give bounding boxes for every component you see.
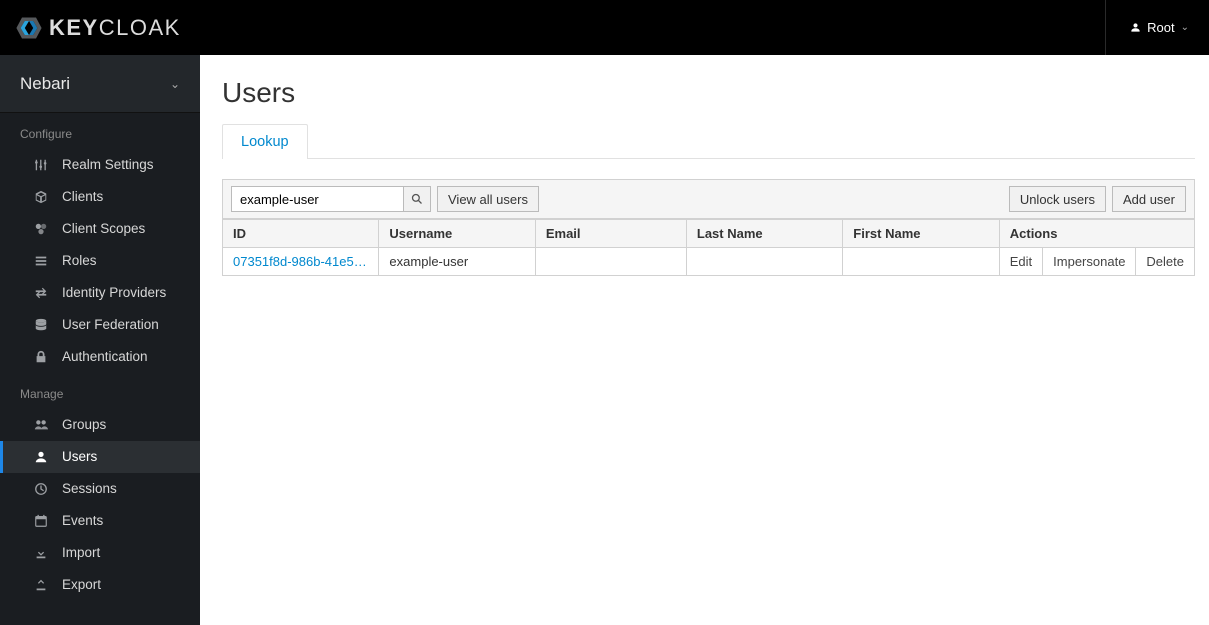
page-title: Users [222,77,1195,109]
nav-item-events[interactable]: Events [0,505,200,537]
search-button[interactable] [403,186,431,212]
nav-item-user-federation[interactable]: User Federation [0,309,200,341]
sidebar: Nebari ⌄ Configure Realm Settings Client… [0,55,200,625]
delete-action[interactable]: Delete [1136,248,1195,276]
user-menu[interactable]: Root ⌄ [1105,0,1189,55]
nav-item-realm-settings[interactable]: Realm Settings [0,149,200,181]
user-icon [34,450,48,464]
nav-item-sessions[interactable]: Sessions [0,473,200,505]
nav-item-groups[interactable]: Groups [0,409,200,441]
user-name: Root [1147,20,1174,35]
cell-email [535,248,686,276]
nav-item-identity-providers[interactable]: Identity Providers [0,277,200,309]
nav-item-import[interactable]: Import [0,537,200,569]
search-icon [411,193,423,205]
exchange-icon [34,286,48,300]
col-id: ID [223,220,379,248]
nav-item-export[interactable]: Export [0,569,200,601]
col-username: Username [379,220,535,248]
add-user-button[interactable]: Add user [1112,186,1186,212]
users-table: ID Username Email Last Name First Name A… [222,219,1195,276]
col-actions: Actions [999,220,1194,248]
nav-item-clients[interactable]: Clients [0,181,200,213]
nav-configure: Realm Settings Clients Client Scopes Rol… [0,149,200,373]
clock-icon [34,482,48,496]
lock-icon [34,350,48,364]
cell-username: example-user [379,248,535,276]
nav-item-roles[interactable]: Roles [0,245,200,277]
col-firstname: First Name [843,220,999,248]
cell-id[interactable]: 07351f8d-986b-41e5… [223,248,379,276]
nav-item-client-scopes[interactable]: Client Scopes [0,213,200,245]
unlock-users-button[interactable]: Unlock users [1009,186,1106,212]
view-all-users-button[interactable]: View all users [437,186,539,212]
tab-lookup[interactable]: Lookup [222,124,308,159]
brand-text: KEYCLOAK [49,15,181,41]
chevron-down-icon: ⌄ [170,77,180,91]
nav-manage: Groups Users Sessions Events Import Expo… [0,409,200,601]
user-icon [1130,22,1141,33]
chevron-down-icon: ⌄ [1181,22,1189,33]
cell-firstname [843,248,999,276]
section-label-manage: Manage [0,373,200,409]
scopes-icon [34,222,48,236]
database-icon [34,318,48,332]
export-icon [34,578,48,592]
search-input[interactable] [231,186,403,212]
calendar-icon [34,514,48,528]
nav-item-users[interactable]: Users [0,441,200,473]
toolbar: View all users Unlock users Add user [222,179,1195,219]
realm-selector[interactable]: Nebari ⌄ [0,55,200,113]
cell-lastname [686,248,842,276]
table-row: 07351f8d-986b-41e5… example-user Edit Im… [223,248,1195,276]
realm-name: Nebari [20,74,70,94]
edit-action[interactable]: Edit [999,248,1042,276]
col-lastname: Last Name [686,220,842,248]
nav-item-authentication[interactable]: Authentication [0,341,200,373]
main-content: Users Lookup View all users Unlock users… [200,55,1209,625]
header-bar: KEYCLOAK Root ⌄ [0,0,1209,55]
import-icon [34,546,48,560]
sliders-icon [34,158,48,172]
tabs: Lookup [222,123,1195,159]
users-icon [34,418,48,432]
section-label-configure: Configure [0,113,200,149]
col-email: Email [535,220,686,248]
list-icon [34,254,48,268]
impersonate-action[interactable]: Impersonate [1043,248,1136,276]
cube-icon [34,190,48,204]
keycloak-logo-icon [15,14,43,42]
brand-logo: KEYCLOAK [15,14,181,42]
